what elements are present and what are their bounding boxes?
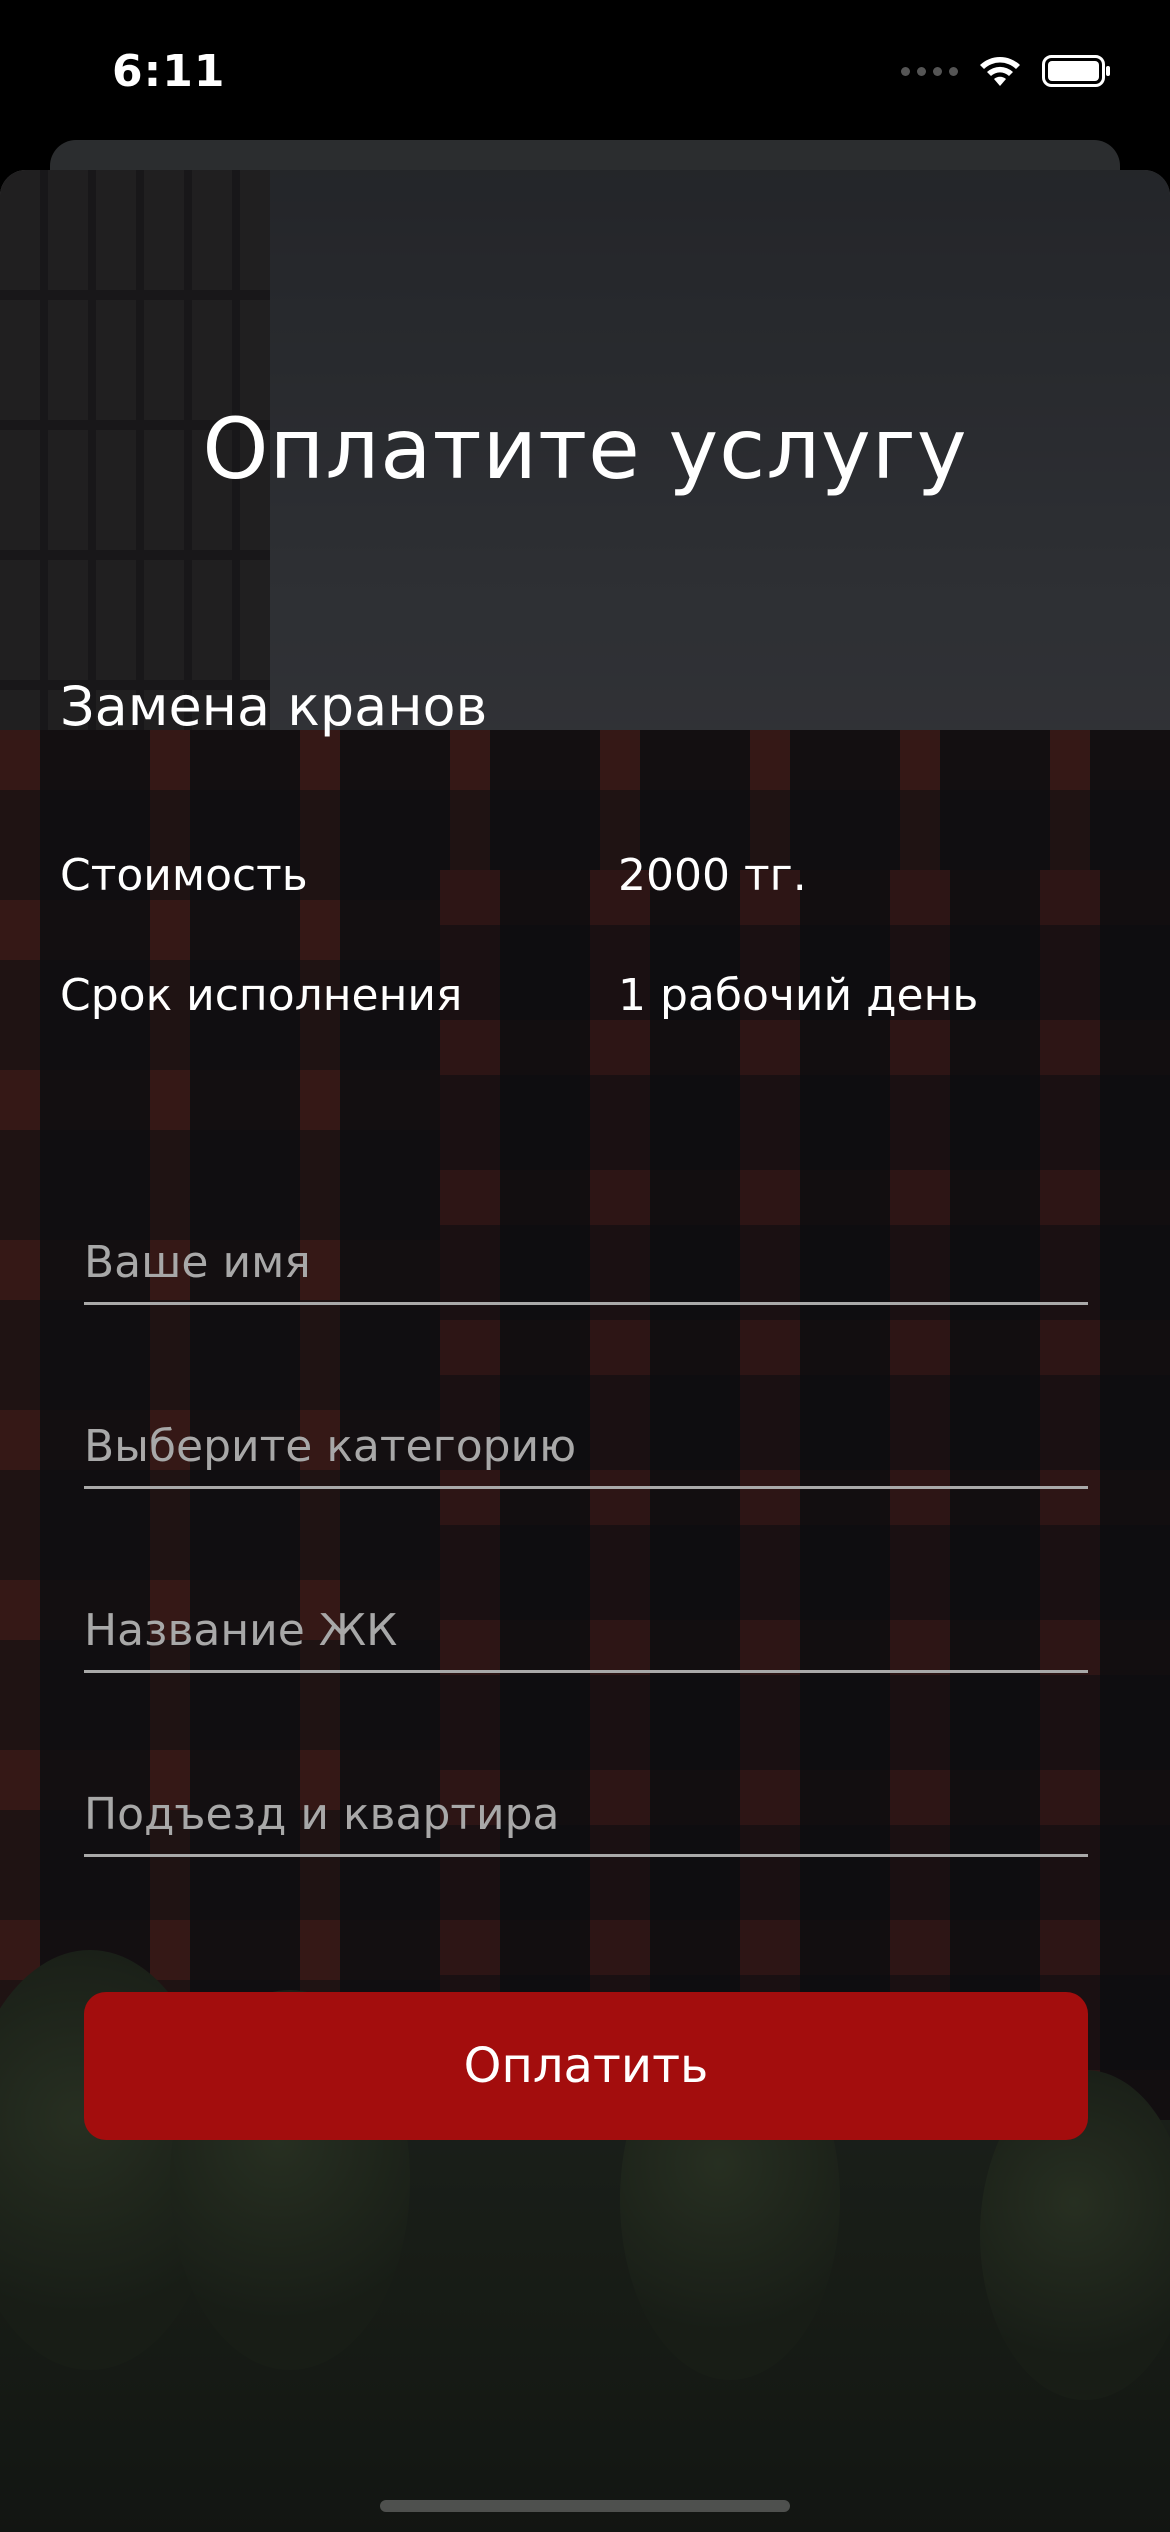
cellular-signal-icon	[901, 66, 958, 76]
category-field	[84, 1399, 1088, 1489]
complex-name-input[interactable]	[84, 1583, 1088, 1670]
payment-sheet: Оплатите услугу Замена кранов Стоимость …	[0, 170, 1170, 2532]
cost-label: Стоимость	[60, 850, 308, 901]
status-icons	[901, 54, 1112, 88]
term-label: Срок исполнения	[60, 970, 463, 1021]
page-title: Оплатите услугу	[202, 400, 968, 498]
apartment-field	[84, 1767, 1088, 1857]
name-field	[84, 1215, 1088, 1305]
status-bar: 6:11	[0, 0, 1170, 150]
pay-button[interactable]: Оплатить	[84, 1992, 1088, 2140]
status-time: 6:11	[112, 46, 226, 97]
entrance-apartment-input[interactable]	[84, 1767, 1088, 1854]
battery-icon	[1042, 55, 1112, 87]
cost-value: 2000 тг.	[618, 850, 807, 901]
wifi-icon	[978, 54, 1022, 88]
background-photo	[0, 170, 1170, 2532]
complex-field	[84, 1583, 1088, 1673]
home-indicator[interactable]	[380, 2500, 790, 2512]
term-value: 1 рабочий день	[618, 970, 979, 1021]
category-input[interactable]	[84, 1399, 1088, 1486]
notch	[340, 0, 830, 100]
name-input[interactable]	[84, 1215, 1088, 1302]
service-name: Замена кранов	[60, 675, 488, 738]
